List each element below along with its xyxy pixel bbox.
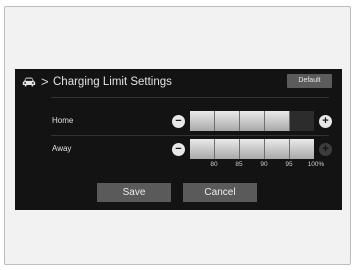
segment-divider	[264, 111, 265, 131]
page-title: Charging Limit Settings	[53, 76, 172, 88]
scale-tick-100: 100%	[307, 161, 325, 168]
divider	[51, 135, 329, 136]
away-limit-slider[interactable]	[190, 139, 314, 159]
segment-divider	[214, 139, 215, 159]
home-decrease-button[interactable]: −	[172, 115, 185, 128]
car-icon[interactable]	[22, 77, 36, 87]
breadcrumb-chevron: >	[41, 74, 49, 89]
away-decrease-button[interactable]: −	[172, 143, 185, 156]
segment-divider	[264, 139, 265, 159]
segment-divider	[239, 139, 240, 159]
cancel-button[interactable]: Cancel	[183, 183, 257, 202]
away-increase-button[interactable]: +	[319, 143, 332, 156]
header-bar: > Charging Limit Settings Default	[15, 69, 342, 95]
segment-divider	[214, 111, 215, 131]
home-increase-button[interactable]: +	[319, 115, 332, 128]
default-button[interactable]: Default	[287, 74, 332, 88]
divider	[51, 97, 329, 98]
charging-limit-screen: > Charging Limit Settings Default Home −…	[15, 69, 342, 210]
segment-divider	[289, 111, 290, 131]
scale-tick-95: 95	[285, 161, 293, 168]
away-limit-fill	[190, 139, 314, 159]
segment-divider	[239, 111, 240, 131]
home-limit-slider[interactable]	[190, 111, 314, 131]
away-row-label: Away	[52, 144, 72, 153]
home-row-label: Home	[52, 116, 74, 125]
segment-divider	[289, 139, 290, 159]
save-button[interactable]: Save	[97, 183, 171, 202]
